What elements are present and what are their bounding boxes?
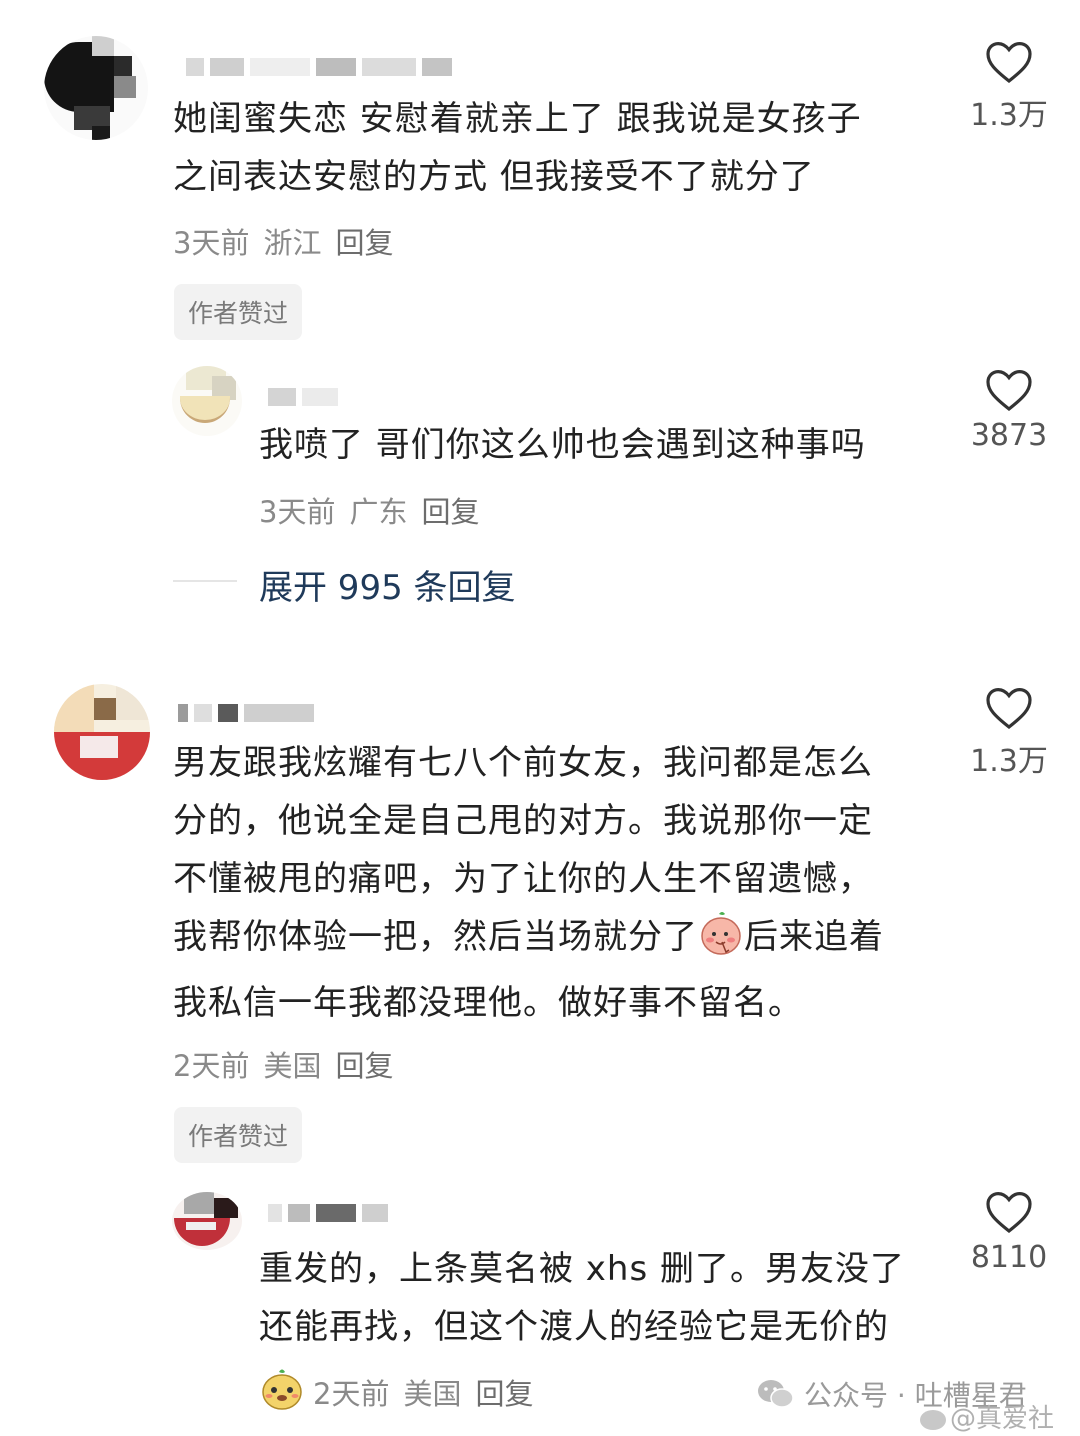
like-button[interactable]: 1.3万 xyxy=(954,40,1064,134)
reply-button[interactable]: 回复 xyxy=(421,495,479,529)
reply-text: 我喷了 哥们你这么帅也会遇到这种事吗 xyxy=(259,425,866,465)
weibo-watermark: @真爱社 xyxy=(920,1398,1054,1435)
reply-meta: 3天前 广东 回复 xyxy=(259,489,479,531)
reply-meta: 2天前 美国 回复 xyxy=(259,1366,533,1419)
potato-face-emoji-icon xyxy=(259,1366,305,1419)
like-count: 3873 xyxy=(970,418,1048,453)
avatar[interactable] xyxy=(172,1192,242,1250)
reply-time: 3天前 xyxy=(259,495,336,529)
heart-outline-icon xyxy=(986,41,1032,84)
like-count: 8110 xyxy=(970,1240,1048,1275)
like-count: 1.3万 xyxy=(970,744,1048,779)
username-blurred[interactable] xyxy=(186,58,458,76)
like-button[interactable]: 1.3万 xyxy=(954,686,1064,780)
heart-outline-icon xyxy=(986,1191,1032,1234)
expand-replies-button[interactable]: 展开 995 条回复 xyxy=(259,560,516,609)
weibo-logo-icon xyxy=(920,1410,946,1430)
author-liked-badge: 作者赞过 xyxy=(174,284,303,340)
like-button[interactable]: 3873 xyxy=(954,368,1064,453)
reply-button[interactable]: 回复 xyxy=(335,1049,393,1083)
avatar[interactable] xyxy=(44,36,148,140)
comment-meta: 2天前 美国 回复 xyxy=(173,1043,393,1085)
comment-text: 男友跟我炫耀有七八个前女友，我问都是怎么 分的，他说全是自己甩的对方。我说那你一… xyxy=(173,743,884,1023)
avatar[interactable] xyxy=(172,366,242,436)
blush-emoji-icon xyxy=(698,910,744,974)
reply-button[interactable]: 回复 xyxy=(335,226,393,260)
reply-text: 重发的，上条莫名被 xhs 删了。男友没了 还能再找，但这个渡人的经验它是无价的 xyxy=(259,1249,905,1347)
wechat-logo-icon xyxy=(756,1377,796,1418)
like-count: 1.3万 xyxy=(970,98,1048,133)
heart-outline-icon xyxy=(986,687,1032,730)
avatar[interactable] xyxy=(54,684,150,780)
author-liked-badge: 作者赞过 xyxy=(174,1107,303,1163)
reply-location: 美国 xyxy=(403,1377,462,1411)
heart-outline-icon xyxy=(986,369,1032,412)
like-button[interactable]: 8110 xyxy=(954,1190,1064,1275)
comment-location: 美国 xyxy=(263,1049,322,1083)
comment-location: 浙江 xyxy=(263,226,322,260)
username-blurred[interactable] xyxy=(268,1204,394,1222)
expand-divider xyxy=(173,580,237,582)
reply-location: 广东 xyxy=(349,495,408,529)
comment-meta: 3天前 浙江 回复 xyxy=(173,220,393,262)
reply-time: 2天前 xyxy=(313,1377,390,1411)
comment-time: 3天前 xyxy=(173,226,250,260)
username-blurred[interactable] xyxy=(178,704,320,722)
reply-button[interactable]: 回复 xyxy=(475,1377,533,1411)
username-blurred[interactable] xyxy=(268,388,344,406)
comment-time: 2天前 xyxy=(173,1049,250,1083)
comment-text: 她闺蜜失恋 安慰着就亲上了 跟我说是女孩子 之间表达安慰的方式 但我接受不了就分… xyxy=(173,99,862,197)
